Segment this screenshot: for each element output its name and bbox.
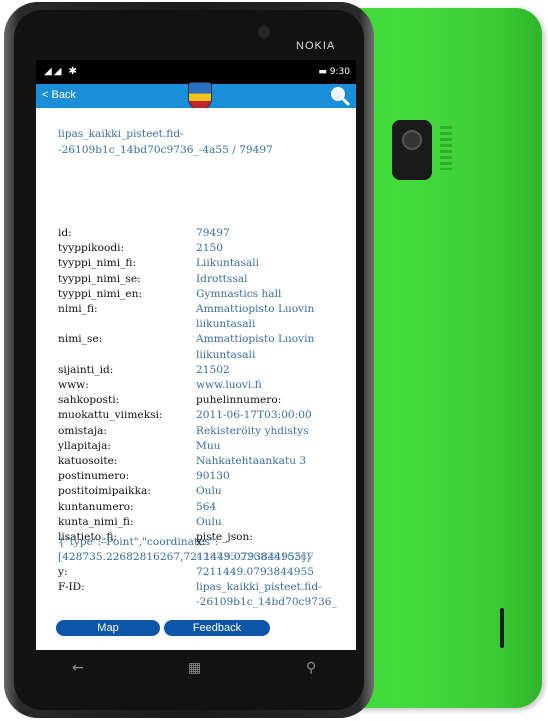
field-value: 564 <box>196 500 217 513</box>
field-key: tyyppi_nimi_en: <box>58 287 143 300</box>
windows-start-icon[interactable]: ▦ <box>188 660 201 676</box>
back-logo-text <box>440 126 452 170</box>
field-value: Liikuntasali <box>196 257 259 270</box>
field-key: sahkoposti: <box>58 394 120 407</box>
field-value: 21502 <box>196 363 230 376</box>
field-value: Rekisteröity yhdistys <box>196 424 309 437</box>
back-button[interactable]: < Back <box>42 89 76 101</box>
app-header: < Back <box>36 82 356 110</box>
field-key: kunta_nimi_fi: <box>58 515 134 528</box>
field-key: www: <box>58 379 89 391</box>
field-key: sijainti_id: <box>58 363 114 376</box>
battery-clock: ▬ 9:30 <box>318 67 350 77</box>
field-key: katuosoite: <box>58 455 118 467</box>
field-key: nimi_fi: <box>58 303 98 315</box>
hardware-nav-bar: ← ▦ ⚲ <box>36 650 356 694</box>
record-title: lipas_kaikki_pisteet.fid- -26109b1c_14bd… <box>58 126 338 158</box>
field-key: tyyppi_nimi_fi: <box>58 257 137 270</box>
brand-logo: NOKIA <box>296 40 336 52</box>
front-camera-icon <box>258 26 270 38</box>
field-value: Ammattiopisto Luovin <box>196 333 315 346</box>
field-key: omistaja: <box>58 424 107 437</box>
coat-of-arms-icon <box>188 82 212 110</box>
field-key: muokattu_viimeksi: <box>58 409 163 422</box>
phone-screen: ◢◢ ✱ ▬ 9:30 < Back lipas_kaikki_pisteet.… <box>36 60 356 650</box>
signal-icon: ◢◢ ✱ <box>44 66 79 77</box>
field-key: kuntanumero: <box>58 500 134 513</box>
field-value: Gymnastics hall <box>196 287 282 300</box>
search-icon[interactable] <box>330 86 350 106</box>
record-title-line-2: -26109b1c_14bd70c9736_-4a55 / 79497 <box>58 144 273 156</box>
field-value: Muu <box>196 439 221 452</box>
field-key: postitoimipaikka: <box>58 485 151 498</box>
field-key: id: <box>58 227 72 239</box>
record-details: lipas_kaikki_pisteet.fid- -26109b1c_14bd… <box>36 108 356 650</box>
field-key: postinumero: <box>58 470 130 483</box>
side-button <box>500 608 504 648</box>
field-value[interactable]: www.luovi.fi <box>196 378 346 393</box>
field-value: Oulu <box>196 485 222 498</box>
field-key: y: <box>58 566 68 578</box>
field-key: F-ID: <box>58 581 85 593</box>
field-value: Nahkatehtaankatu 3 <box>196 455 307 467</box>
field-value: -26109b1c_14bd70c9736_ <box>196 596 337 608</box>
field-value: puhelinnumero: <box>196 394 282 407</box>
piste-json-line-1: {"type":"Point","coordinates": <box>58 536 219 548</box>
field-value: 7211449.0793844955 <box>196 566 314 578</box>
field-value: 2011-06-17T03:00:00 <box>196 409 312 422</box>
field-key: tyyppikoodi: <box>58 242 125 255</box>
field-value: lipas_kaikki_pisteet.fid- <box>196 581 322 593</box>
field-value: 90130 <box>196 470 230 483</box>
field-value: liikuntasali <box>196 348 256 361</box>
back-arrow-icon[interactable]: ← <box>72 660 84 676</box>
x-value: 428735.22682816267 <box>196 551 314 563</box>
field-value: piste_json: <box>196 531 253 543</box>
map-button[interactable]: Map <box>56 620 160 636</box>
field-value: Idrottssal <box>196 272 248 285</box>
field-value: Oulu <box>196 515 222 528</box>
camera-lens-icon <box>402 130 422 150</box>
field-value: Ammattiopisto Luovin <box>196 303 315 315</box>
field-value: liikuntasali <box>196 318 256 331</box>
field-key: tyyppi_nimi_se: <box>58 272 141 285</box>
field-value: 2150 <box>196 242 223 255</box>
status-bar: ◢◢ ✱ ▬ 9:30 <box>36 60 356 84</box>
field-value: 79497 <box>196 227 230 239</box>
camera-module <box>392 120 432 180</box>
x-key: x: <box>196 536 206 548</box>
search-key-icon[interactable]: ⚲ <box>306 660 316 676</box>
feedback-button[interactable]: Feedback <box>164 620 270 636</box>
record-title-line-1: lipas_kaikki_pisteet.fid- <box>58 128 184 140</box>
field-key: yllapitaja: <box>58 439 111 452</box>
field-key: nimi_se: <box>58 333 103 346</box>
